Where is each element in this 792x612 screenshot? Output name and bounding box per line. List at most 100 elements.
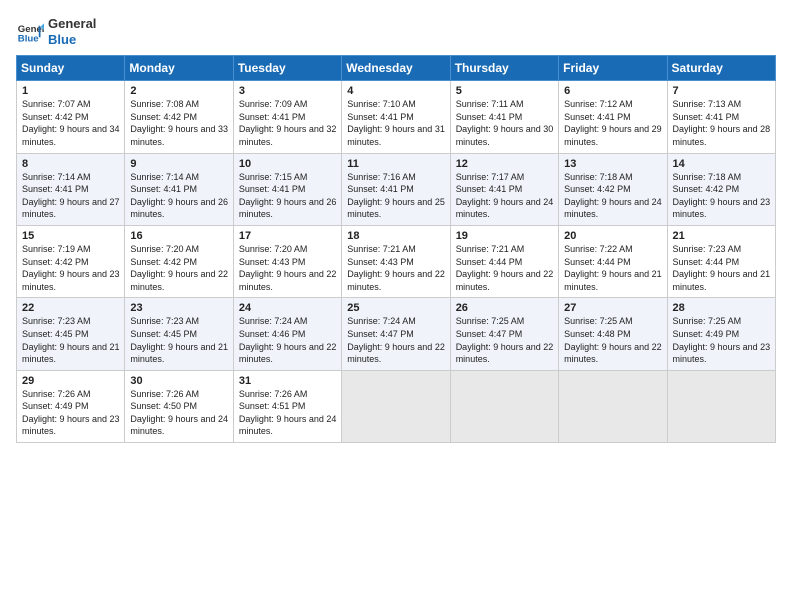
day-info: Sunrise: 7:17 AMSunset: 4:41 PMDaylight:… [456,171,554,221]
calendar-cell: 3Sunrise: 7:09 AMSunset: 4:41 PMDaylight… [233,81,341,153]
day-info: Sunrise: 7:24 AMSunset: 4:47 PMDaylight:… [347,315,445,365]
day-number: 10 [239,158,337,170]
day-info: Sunrise: 7:22 AMSunset: 4:44 PMDaylight:… [564,243,662,293]
calendar-cell [559,370,667,442]
day-info: Sunrise: 7:09 AMSunset: 4:41 PMDaylight:… [239,98,337,148]
calendar-cell: 16Sunrise: 7:20 AMSunset: 4:42 PMDayligh… [125,225,233,297]
header: General Blue GeneralBlue [16,16,776,47]
calendar-cell: 28Sunrise: 7:25 AMSunset: 4:49 PMDayligh… [667,298,775,370]
calendar-cell: 20Sunrise: 7:22 AMSunset: 4:44 PMDayligh… [559,225,667,297]
calendar-cell [450,370,558,442]
day-info: Sunrise: 7:19 AMSunset: 4:42 PMDaylight:… [22,243,120,293]
day-number: 2 [130,85,228,97]
col-header-tuesday: Tuesday [233,56,341,81]
calendar-cell: 29Sunrise: 7:26 AMSunset: 4:49 PMDayligh… [17,370,125,442]
day-number: 13 [564,158,662,170]
calendar-cell: 22Sunrise: 7:23 AMSunset: 4:45 PMDayligh… [17,298,125,370]
calendar-week-row: 22Sunrise: 7:23 AMSunset: 4:45 PMDayligh… [17,298,776,370]
day-number: 9 [130,158,228,170]
svg-text:Blue: Blue [18,33,39,44]
calendar-cell: 18Sunrise: 7:21 AMSunset: 4:43 PMDayligh… [342,225,450,297]
day-info: Sunrise: 7:25 AMSunset: 4:48 PMDaylight:… [564,315,662,365]
calendar-cell [667,370,775,442]
calendar-cell: 13Sunrise: 7:18 AMSunset: 4:42 PMDayligh… [559,153,667,225]
day-info: Sunrise: 7:25 AMSunset: 4:47 PMDaylight:… [456,315,554,365]
day-info: Sunrise: 7:20 AMSunset: 4:42 PMDaylight:… [130,243,228,293]
logo-text: GeneralBlue [48,16,96,47]
calendar-cell: 31Sunrise: 7:26 AMSunset: 4:51 PMDayligh… [233,370,341,442]
col-header-sunday: Sunday [17,56,125,81]
day-number: 29 [22,375,120,387]
calendar-cell: 1Sunrise: 7:07 AMSunset: 4:42 PMDaylight… [17,81,125,153]
calendar-cell: 30Sunrise: 7:26 AMSunset: 4:50 PMDayligh… [125,370,233,442]
day-number: 4 [347,85,445,97]
day-number: 30 [130,375,228,387]
day-info: Sunrise: 7:16 AMSunset: 4:41 PMDaylight:… [347,171,445,221]
day-number: 26 [456,302,554,314]
day-info: Sunrise: 7:11 AMSunset: 4:41 PMDaylight:… [456,98,554,148]
day-info: Sunrise: 7:26 AMSunset: 4:51 PMDaylight:… [239,388,337,438]
calendar-cell: 21Sunrise: 7:23 AMSunset: 4:44 PMDayligh… [667,225,775,297]
day-number: 5 [456,85,554,97]
day-info: Sunrise: 7:10 AMSunset: 4:41 PMDaylight:… [347,98,445,148]
calendar-week-row: 8Sunrise: 7:14 AMSunset: 4:41 PMDaylight… [17,153,776,225]
day-info: Sunrise: 7:13 AMSunset: 4:41 PMDaylight:… [673,98,771,148]
day-info: Sunrise: 7:12 AMSunset: 4:41 PMDaylight:… [564,98,662,148]
calendar-cell: 26Sunrise: 7:25 AMSunset: 4:47 PMDayligh… [450,298,558,370]
calendar-cell: 14Sunrise: 7:18 AMSunset: 4:42 PMDayligh… [667,153,775,225]
day-info: Sunrise: 7:15 AMSunset: 4:41 PMDaylight:… [239,171,337,221]
day-info: Sunrise: 7:21 AMSunset: 4:43 PMDaylight:… [347,243,445,293]
calendar-cell: 15Sunrise: 7:19 AMSunset: 4:42 PMDayligh… [17,225,125,297]
calendar-cell: 10Sunrise: 7:15 AMSunset: 4:41 PMDayligh… [233,153,341,225]
day-number: 31 [239,375,337,387]
day-number: 25 [347,302,445,314]
day-info: Sunrise: 7:23 AMSunset: 4:45 PMDaylight:… [22,315,120,365]
day-number: 21 [673,230,771,242]
day-info: Sunrise: 7:08 AMSunset: 4:42 PMDaylight:… [130,98,228,148]
day-number: 17 [239,230,337,242]
logo: General Blue GeneralBlue [16,16,96,47]
day-info: Sunrise: 7:07 AMSunset: 4:42 PMDaylight:… [22,98,120,148]
calendar-cell: 24Sunrise: 7:24 AMSunset: 4:46 PMDayligh… [233,298,341,370]
day-info: Sunrise: 7:21 AMSunset: 4:44 PMDaylight:… [456,243,554,293]
day-number: 7 [673,85,771,97]
calendar-cell: 6Sunrise: 7:12 AMSunset: 4:41 PMDaylight… [559,81,667,153]
calendar-table: SundayMondayTuesdayWednesdayThursdayFrid… [16,55,776,443]
calendar-cell: 5Sunrise: 7:11 AMSunset: 4:41 PMDaylight… [450,81,558,153]
calendar-cell: 17Sunrise: 7:20 AMSunset: 4:43 PMDayligh… [233,225,341,297]
calendar-cell: 7Sunrise: 7:13 AMSunset: 4:41 PMDaylight… [667,81,775,153]
calendar-body: 1Sunrise: 7:07 AMSunset: 4:42 PMDaylight… [17,81,776,443]
col-header-saturday: Saturday [667,56,775,81]
day-number: 27 [564,302,662,314]
calendar-header-row: SundayMondayTuesdayWednesdayThursdayFrid… [17,56,776,81]
calendar-cell [342,370,450,442]
day-info: Sunrise: 7:20 AMSunset: 4:43 PMDaylight:… [239,243,337,293]
day-info: Sunrise: 7:23 AMSunset: 4:45 PMDaylight:… [130,315,228,365]
day-info: Sunrise: 7:14 AMSunset: 4:41 PMDaylight:… [22,171,120,221]
day-info: Sunrise: 7:26 AMSunset: 4:50 PMDaylight:… [130,388,228,438]
day-number: 1 [22,85,120,97]
calendar-week-row: 29Sunrise: 7:26 AMSunset: 4:49 PMDayligh… [17,370,776,442]
day-number: 11 [347,158,445,170]
day-number: 16 [130,230,228,242]
day-number: 6 [564,85,662,97]
day-number: 24 [239,302,337,314]
calendar-cell: 25Sunrise: 7:24 AMSunset: 4:47 PMDayligh… [342,298,450,370]
day-number: 19 [456,230,554,242]
day-info: Sunrise: 7:23 AMSunset: 4:44 PMDaylight:… [673,243,771,293]
day-info: Sunrise: 7:18 AMSunset: 4:42 PMDaylight:… [673,171,771,221]
calendar-cell: 19Sunrise: 7:21 AMSunset: 4:44 PMDayligh… [450,225,558,297]
day-number: 18 [347,230,445,242]
day-number: 28 [673,302,771,314]
col-header-thursday: Thursday [450,56,558,81]
calendar-cell: 12Sunrise: 7:17 AMSunset: 4:41 PMDayligh… [450,153,558,225]
calendar-week-row: 15Sunrise: 7:19 AMSunset: 4:42 PMDayligh… [17,225,776,297]
day-number: 12 [456,158,554,170]
calendar-week-row: 1Sunrise: 7:07 AMSunset: 4:42 PMDaylight… [17,81,776,153]
col-header-friday: Friday [559,56,667,81]
calendar-cell: 23Sunrise: 7:23 AMSunset: 4:45 PMDayligh… [125,298,233,370]
day-info: Sunrise: 7:25 AMSunset: 4:49 PMDaylight:… [673,315,771,365]
calendar-cell: 4Sunrise: 7:10 AMSunset: 4:41 PMDaylight… [342,81,450,153]
day-number: 22 [22,302,120,314]
day-number: 15 [22,230,120,242]
